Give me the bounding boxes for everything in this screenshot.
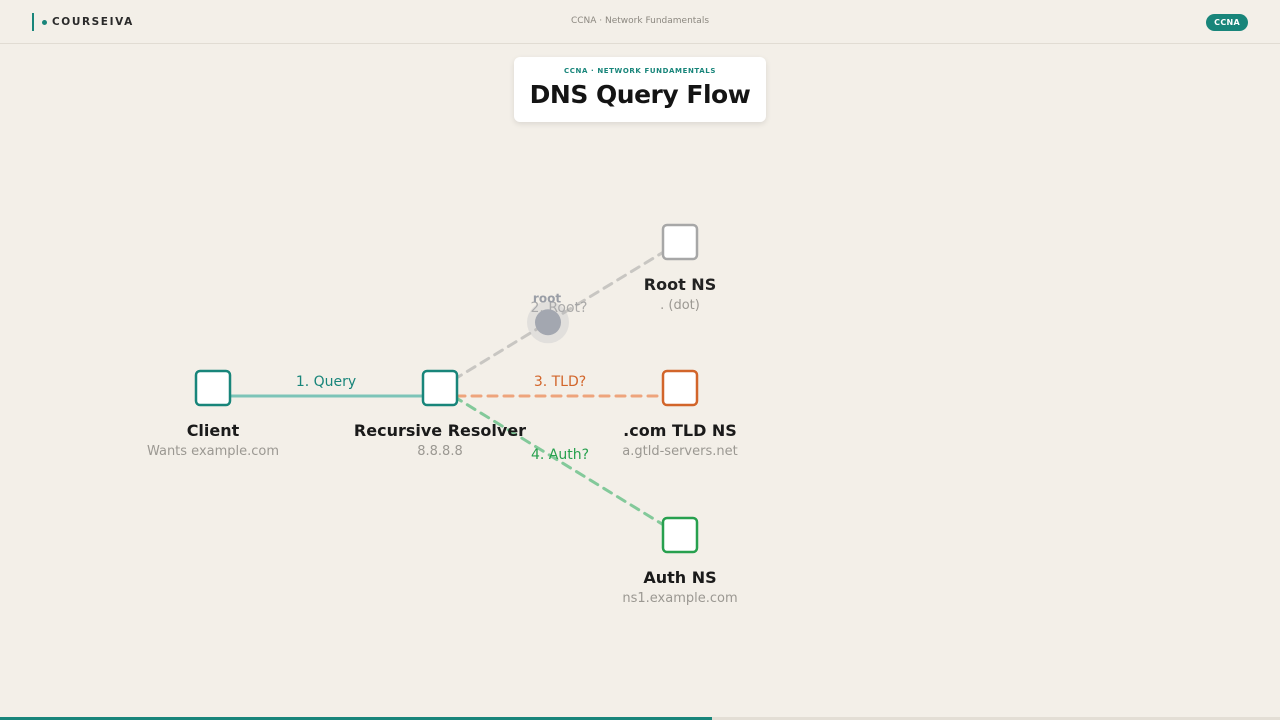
node-name-resolver: Recursive Resolver bbox=[354, 421, 526, 440]
edge-label-resolver-tld: 3. TLD? bbox=[534, 374, 586, 390]
node-name-auth: Auth NS bbox=[643, 568, 716, 587]
node-box-auth[interactable] bbox=[661, 516, 699, 554]
node-tld[interactable]: .com TLD NS a.gtld-servers.net bbox=[622, 369, 738, 459]
node-box-resolver[interactable] bbox=[421, 369, 459, 407]
node-box-root[interactable] bbox=[661, 223, 699, 261]
node-detail-resolver: 8.8.8.8 bbox=[417, 444, 462, 459]
dns-flow-diagram: 1. Query2. Root?3. TLD?4. Auth?ClientWan… bbox=[147, 223, 738, 606]
node-client[interactable]: Client Wants example.com bbox=[147, 369, 279, 459]
node-root[interactable]: Root NS . (dot) bbox=[644, 223, 716, 313]
node-name-client: Client bbox=[187, 421, 240, 440]
node-layer: Client Wants example.com Recursive Resolve… bbox=[147, 223, 738, 606]
edge-label-client-resolver: 1. Query bbox=[296, 374, 356, 390]
node-detail-tld: a.gtld-servers.net bbox=[622, 444, 737, 459]
packet-dot bbox=[535, 309, 561, 336]
node-name-root: Root NS bbox=[644, 275, 716, 294]
node-name-tld: .com TLD NS bbox=[623, 421, 737, 440]
packet-label: root bbox=[533, 291, 561, 305]
node-detail-auth: ns1.example.com bbox=[622, 591, 737, 606]
node-detail-root: . (dot) bbox=[660, 298, 700, 313]
node-auth[interactable]: Auth NS ns1.example.com bbox=[622, 516, 738, 606]
edge-label-resolver-auth: 4. Auth? bbox=[531, 447, 589, 463]
node-resolver[interactable]: Recursive Resolver 8.8.8.8 bbox=[354, 369, 526, 459]
node-detail-client: Wants example.com bbox=[147, 444, 279, 459]
node-box-client[interactable] bbox=[194, 369, 232, 407]
node-box-tld[interactable] bbox=[661, 369, 699, 407]
